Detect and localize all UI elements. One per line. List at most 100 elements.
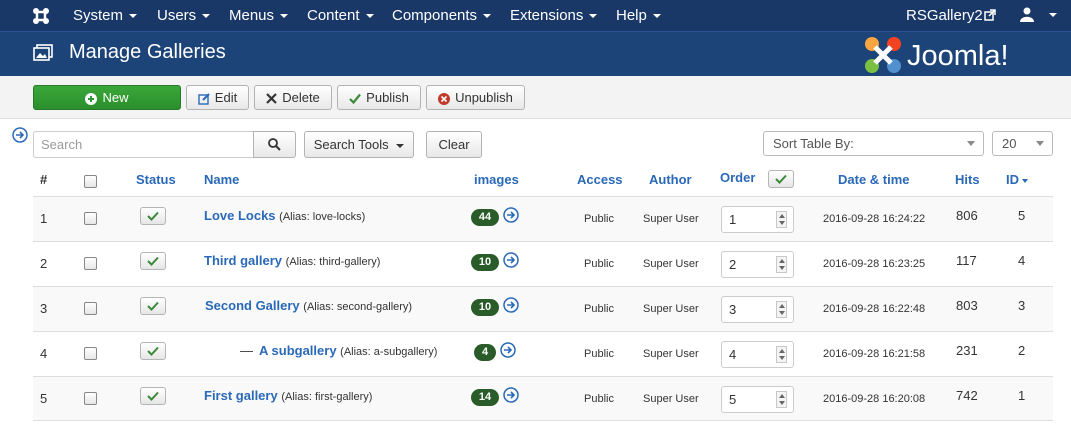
gallery-name-link[interactable]: Love Locks — [204, 208, 276, 223]
menu-extensions[interactable]: Extensions — [510, 0, 598, 31]
publish-button[interactable]: Publish — [337, 85, 421, 110]
order-spinner[interactable] — [776, 301, 787, 318]
access-cell: Public — [584, 303, 614, 315]
gallery-name-link[interactable]: Second Gallery — [205, 298, 300, 313]
id-cell: 3 — [1018, 298, 1026, 313]
order-input[interactable]: 2 — [721, 251, 794, 278]
images-count-badge[interactable]: 44 — [471, 209, 499, 226]
page-title: Manage Galleries — [69, 41, 226, 63]
check-icon — [775, 174, 787, 184]
sort-select[interactable]: Sort Table By: — [763, 131, 984, 156]
row-checkbox[interactable] — [84, 347, 97, 360]
col-images[interactable]: images — [474, 172, 519, 187]
order-spinner[interactable] — [776, 391, 787, 408]
search-button[interactable] — [253, 131, 296, 158]
joomla-logo: Joomla! — [865, 37, 1009, 73]
arrow-circle-right-icon[interactable] — [503, 297, 519, 313]
order-spinner[interactable] — [776, 211, 787, 228]
search-input[interactable] — [33, 131, 254, 158]
access-cell: Public — [584, 258, 614, 270]
author-cell: Super User — [643, 393, 699, 405]
joomla-icon[interactable] — [32, 7, 50, 25]
plus-circle-icon — [85, 92, 98, 105]
gallery-name-link[interactable]: A subgallery — [259, 343, 337, 358]
hits-cell: 803 — [956, 298, 978, 313]
menu-components[interactable]: Components — [392, 0, 492, 31]
status-toggle[interactable] — [140, 252, 166, 270]
col-hits[interactable]: Hits — [955, 172, 980, 187]
images-count-badge[interactable]: 10 — [471, 299, 499, 316]
unpublish-button[interactable]: Unpublish — [426, 85, 525, 110]
row-checkbox[interactable] — [84, 257, 97, 270]
author-cell: Super User — [643, 303, 699, 315]
images-count-badge[interactable]: 10 — [471, 254, 499, 271]
order-input[interactable]: 3 — [721, 296, 794, 323]
id-cell: 4 — [1018, 253, 1026, 268]
col-date[interactable]: Date & time — [838, 172, 910, 187]
row-number: 4 — [40, 346, 48, 361]
site-link[interactable]: RSGallery2 — [906, 0, 983, 31]
row-checkbox[interactable] — [84, 392, 97, 405]
col-status[interactable]: Status — [136, 172, 176, 187]
arrow-circle-right-icon[interactable] — [500, 342, 516, 358]
gallery-name-link[interactable]: Third gallery — [204, 253, 282, 268]
check-icon — [147, 256, 159, 266]
status-toggle[interactable] — [140, 297, 166, 315]
menu-help[interactable]: Help — [616, 0, 661, 31]
order-input[interactable]: 5 — [721, 386, 794, 413]
table-row: 4 — A subgallery (Alias: a-subgallery) 4 … — [33, 331, 1053, 376]
gallery-name-link[interactable]: First gallery — [204, 388, 278, 403]
check-icon — [147, 211, 159, 221]
order-input[interactable]: 4 — [721, 341, 794, 368]
menu-content[interactable]: Content — [307, 0, 374, 31]
images-count-badge[interactable]: 14 — [471, 389, 499, 406]
date-cell: 2016-09-28 16:22:48 — [823, 303, 926, 315]
table-row: 5 First gallery (Alias: first-gallery) 1… — [33, 376, 1053, 421]
author-cell: Super User — [643, 258, 699, 270]
gallery-name-cell: Love Locks (Alias: love-locks) — [204, 194, 365, 238]
times-circle-icon — [438, 92, 451, 105]
chevron-down-icon[interactable] — [1049, 13, 1057, 17]
new-button[interactable]: New — [33, 85, 181, 110]
access-cell: Public — [584, 348, 614, 360]
order-spinner[interactable] — [776, 346, 787, 363]
arrow-circle-right-icon[interactable] — [503, 252, 519, 268]
limit-select[interactable]: 20 — [992, 131, 1053, 156]
hits-cell: 806 — [956, 208, 978, 223]
row-checkbox[interactable] — [84, 302, 97, 315]
status-toggle[interactable] — [140, 342, 166, 360]
delete-button[interactable]: Delete — [254, 85, 332, 110]
row-checkbox[interactable] — [84, 212, 97, 225]
col-id[interactable]: ID — [1006, 172, 1028, 187]
check-icon — [147, 346, 159, 356]
col-author[interactable]: Author — [649, 172, 692, 187]
clear-button[interactable]: Clear — [426, 131, 482, 158]
search-tools-button[interactable]: Search Tools — [304, 131, 414, 158]
order-input[interactable]: 1 — [721, 206, 794, 233]
menu-menus[interactable]: Menus — [229, 0, 289, 31]
images-count-badge[interactable]: 4 — [474, 344, 496, 361]
sidebar-toggle-icon[interactable] — [12, 127, 28, 143]
edit-icon — [198, 92, 210, 105]
save-order-button[interactable] — [768, 170, 794, 188]
hits-cell: 231 — [956, 343, 978, 358]
select-all-checkbox[interactable] — [84, 175, 97, 188]
search-icon — [268, 138, 281, 151]
menu-system[interactable]: System — [73, 0, 138, 31]
edit-button[interactable]: Edit — [186, 85, 249, 110]
external-link-icon — [984, 9, 996, 21]
arrow-circle-right-icon[interactable] — [503, 387, 519, 403]
status-toggle[interactable] — [140, 387, 166, 405]
col-access[interactable]: Access — [577, 172, 623, 187]
col-name[interactable]: Name — [204, 172, 239, 187]
row-number: 2 — [40, 256, 48, 271]
status-toggle[interactable] — [140, 207, 166, 225]
order-spinner[interactable] — [776, 256, 787, 273]
user-icon[interactable] — [1020, 7, 1034, 22]
menu-users[interactable]: Users — [157, 0, 211, 31]
arrow-circle-right-icon[interactable] — [503, 207, 519, 223]
col-order[interactable]: Order — [720, 170, 755, 185]
access-cell: Public — [584, 393, 614, 405]
table-bottom-border — [33, 420, 1053, 421]
hits-cell: 117 — [956, 253, 977, 268]
